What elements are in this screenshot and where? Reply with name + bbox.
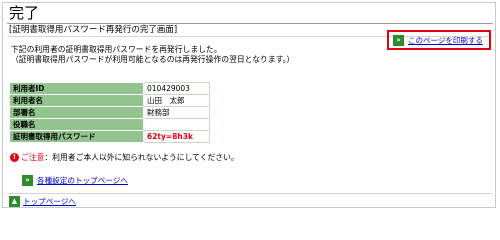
footer-divider (7, 193, 493, 194)
settings-top-link[interactable]: 各種設定のトップページへ (37, 175, 128, 186)
table-row: 利用者ID 010429003 (9, 82, 210, 95)
top-page-link-row: ▲ トップページへ (9, 196, 76, 207)
department-label: 部署名 (9, 106, 144, 119)
arrow-up-icon: ▲ (9, 196, 20, 207)
caution-label: ご注意 (21, 153, 45, 162)
user-id-value: 010429003 (143, 82, 210, 95)
settings-top-link-row: » 各種設定のトップページへ (22, 175, 128, 186)
table-row: 利用者名 山田 太郎 (9, 94, 210, 107)
position-value (143, 118, 210, 131)
double-arrow-right-icon: » (22, 175, 33, 186)
page-title: 完了 (9, 4, 40, 22)
user-name-value: 山田 太郎 (143, 94, 210, 107)
table-row: 証明書取得用パスワード 62ty=8h3k (9, 130, 210, 143)
double-arrow-right-icon: » (393, 34, 404, 46)
exclamation-icon: ! (10, 153, 19, 162)
table-row: 部署名 財務部 (9, 106, 210, 119)
password-value: 62ty=8h3k (143, 130, 210, 143)
top-page-link[interactable]: トップページへ (23, 196, 76, 207)
user-id-label: 利用者ID (9, 82, 144, 95)
caution-message: ! ご注意 ：利用者ご本人以外に知られないようにしてください。 (10, 152, 239, 163)
position-label: 役職名 (9, 118, 144, 131)
caution-text: ：利用者ご本人以外に知られないようにしてください。 (44, 153, 239, 162)
department-value: 財務部 (143, 106, 210, 119)
availability-note: （証明書取得用パスワードが利用可能となるのは再発行操作の翌日となります。） (11, 55, 295, 64)
print-page-button[interactable]: » このページを印刷する (387, 30, 491, 50)
user-info-table: 利用者ID 010429003 利用者名 山田 太郎 部署名 財務部 役職名 証… (9, 82, 210, 143)
user-name-label: 利用者名 (9, 94, 144, 107)
content-frame: 完了 [証明書取得用パスワード再発行の完了画面] » このページを印刷する 下記… (2, 2, 496, 208)
print-page-link[interactable]: このページを印刷する (408, 35, 483, 46)
password-label: 証明書取得用パスワード (9, 130, 144, 143)
completion-message: 下記の利用者の証明書取得用パスワードを再発行しました。 (11, 45, 222, 54)
table-row: 役職名 (9, 118, 210, 131)
